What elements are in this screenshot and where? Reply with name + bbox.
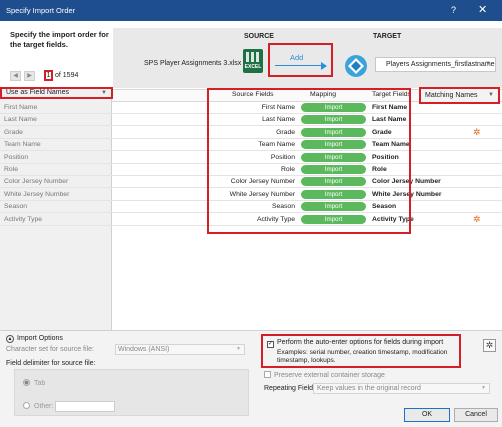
instruction-text: Specify the import order for the target … [10,30,109,49]
source-data-value: First Name [4,104,38,111]
repeating-fields-label: Repeating Fields: [264,385,319,392]
repeating-fields-value: Keep values in the original record [317,385,421,392]
arrow-line [275,65,323,66]
record-count: of 1594 [55,72,79,79]
radio-selected-icon [23,379,30,386]
target-table-select[interactable]: Players Assignments_firstlastname ▼ [375,57,496,72]
source-data-value: White Jersey Number [4,190,70,198]
arrow-right-icon [321,62,327,70]
preserve-storage-checkbox[interactable]: Preserve external container storage [264,371,385,379]
field-options-gear-icon[interactable]: ✲ [473,127,481,138]
prev-record-button[interactable]: ◀ [10,71,21,81]
window-title: Specify Import Order [6,6,76,15]
delimiter-group: Tab Other: [14,369,249,416]
source-file-name: SPS Player Assignments 3.xlsx [144,60,242,67]
import-action-label: Add [290,53,304,62]
auto-enter-checkbox[interactable]: ✓ Perform the auto-enter options for fiel… [267,339,443,348]
record-number-input[interactable]: 1 [44,70,53,81]
charset-select[interactable]: Windows (ANSI) ▼ [115,344,245,355]
settings-gear-button[interactable]: ✲ [483,339,496,352]
radio-other-label: Other: [34,403,54,410]
checkmark-icon: ✓ [267,341,274,348]
field-options-gear-icon[interactable]: ✲ [473,214,481,225]
radio-empty-icon [23,402,30,409]
title-bar: Specify Import Order ? ✕ [0,0,502,21]
mapping-highlight [207,88,411,234]
source-data-value: Role [4,166,18,173]
target-table-value: Players Assignments_firstlastname [386,61,495,68]
close-button[interactable]: ✕ [478,3,487,16]
preserve-storage-label: Preserve external container storage [274,372,385,379]
collapse-icon: ▲ [6,335,14,343]
auto-enter-label: Perform the auto-enter options for field… [277,339,444,346]
source-data-value: Last Name [4,116,37,124]
source-data-value: Season [4,203,28,211]
source-data-value: Team Name [4,141,41,149]
filemaker-icon [345,55,367,77]
chevron-down-icon: ▼ [101,90,107,96]
import-options-panel: ▲ Import Options Character set for source… [0,330,502,427]
excel-icon-text: EXCEL [244,64,262,70]
chevron-down-icon: ▼ [485,61,491,67]
chevron-down-icon: ▼ [481,385,486,391]
field-names-option-value: Use as Field Names [6,89,70,96]
field-names-option-select[interactable]: Use as Field Names ▼ [0,87,113,99]
other-delimiter-input[interactable] [55,401,115,412]
excel-icon: EXCEL [243,49,263,73]
import-action-button[interactable]: Add [268,43,333,77]
ok-button[interactable]: OK [404,408,450,422]
source-data-value: Position [4,153,29,161]
help-button[interactable]: ? [451,5,456,15]
charset-label: Character set for source file: [6,346,94,353]
import-options-label: Import Options [17,335,63,342]
auto-enter-examples: Examples: serial number, creation timest… [277,349,448,364]
cancel-button[interactable]: Cancel [454,408,498,422]
chevron-down-icon: ▼ [488,92,494,98]
import-options-toggle[interactable]: ▲ Import Options [6,335,63,343]
radio-tab-label: Tab [34,380,46,387]
repeating-fields-select[interactable]: Keep values in the original record ▼ [313,383,490,394]
next-record-button[interactable]: ▶ [24,71,35,81]
delimiter-label: Field delimiter for source file: [6,360,96,367]
radio-tab[interactable]: Tab [23,379,45,387]
target-label: TARGET [373,33,402,40]
gear-icon: ✲ [485,340,494,350]
arrange-by-value: Matching Names [425,92,478,99]
source-data-value: Activity Type [4,215,43,223]
chevron-down-icon: ▼ [236,346,241,352]
auto-enter-option: ✓ Perform the auto-enter options for fiel… [261,334,461,368]
source-data-value: Color Jersey Number [4,178,69,186]
source-label: SOURCE [244,33,274,40]
checkbox-empty-icon [264,371,271,378]
radio-other[interactable]: Other: [23,402,53,410]
charset-value: Windows (ANSI) [118,346,170,353]
source-data-value: Grade [4,128,23,136]
